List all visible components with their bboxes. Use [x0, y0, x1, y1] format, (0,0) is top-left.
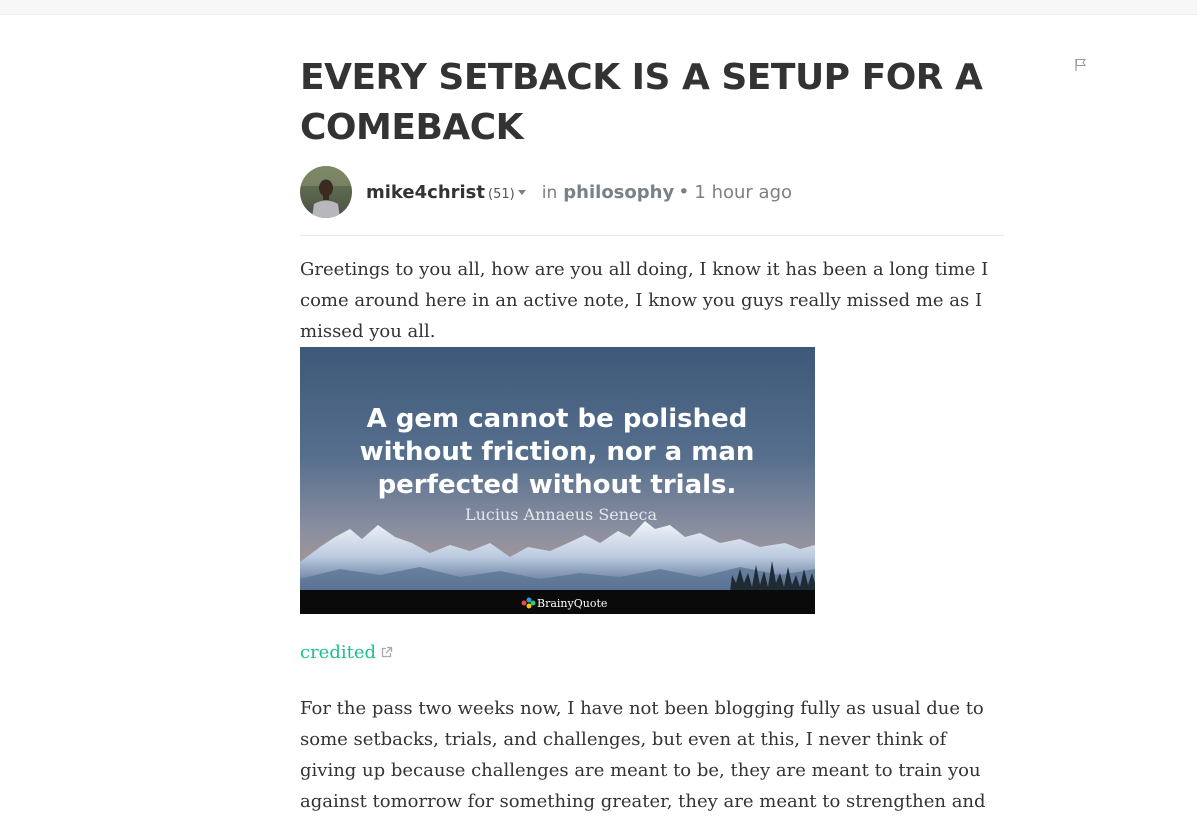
- category-link[interactable]: philosophy: [563, 182, 674, 203]
- top-navigation-bar: [0, 0, 1197, 15]
- meta-separator: •: [678, 181, 690, 203]
- post-title: EVERY SETBACK IS A SETUP FOR A COMEBACK: [300, 57, 983, 148]
- chevron-down-icon[interactable]: [517, 190, 526, 195]
- quote-author: Lucius Annaeus Seneca: [465, 505, 658, 524]
- author-reputation: (51): [488, 187, 515, 202]
- avatar[interactable]: [300, 166, 352, 218]
- quote-line-1: A gem cannot be polished: [367, 404, 748, 434]
- credited-link[interactable]: credited: [300, 642, 376, 663]
- external-link-icon[interactable]: [380, 640, 393, 668]
- post-paragraph: Greetings to you all, how are you all do…: [300, 259, 989, 342]
- post-time: 1 hour ago: [694, 182, 793, 203]
- post-paragraph: For the pass two weeks now, I have not b…: [300, 698, 986, 812]
- post-meta: mike4christ (51) in philosophy • 1 hour ago: [366, 181, 792, 203]
- quote-line-2: without friction, nor a man: [360, 437, 755, 467]
- author-name[interactable]: mike4christ: [366, 182, 485, 203]
- quote-line-3: perfected without trials.: [378, 470, 737, 500]
- post-container: EVERY SETBACK IS A SETUP FOR A COMEBACK …: [300, 50, 1004, 817]
- in-label: in: [541, 183, 558, 203]
- quote-image: A gem cannot be polished without frictio…: [300, 347, 815, 614]
- credit-line: credited: [300, 639, 1004, 668]
- post-author-row: mike4christ (51) in philosophy • 1 hour ago: [300, 165, 1004, 236]
- flag-icon[interactable]: [1074, 58, 1088, 72]
- brand-label: BrainyQuote: [537, 597, 607, 610]
